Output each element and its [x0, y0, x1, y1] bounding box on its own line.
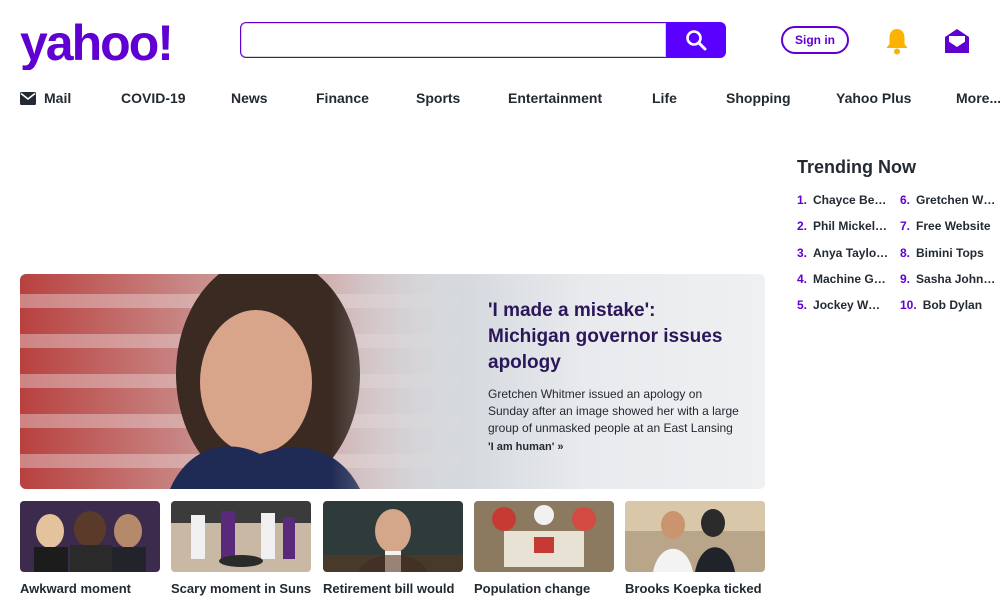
story-title: Population change [474, 581, 591, 596]
nav-item-sports[interactable]: Sports [416, 88, 460, 108]
story-card[interactable]: Retirement bill would [323, 501, 463, 597]
story-thumbnail [171, 501, 311, 572]
trending-item[interactable]: 3. Anya Taylor-Joy [797, 245, 889, 263]
hero-related-link[interactable]: 'I am human' » [488, 441, 743, 453]
mail-icon [20, 91, 36, 105]
trending-rank: 5. [797, 298, 808, 312]
story-thumbnail [20, 501, 160, 572]
trending-rank: 3. [797, 246, 808, 260]
search-bar [240, 22, 726, 58]
trending-item[interactable]: 10. Bob Dylan [900, 297, 1000, 315]
story-card[interactable]: Awkward moment [20, 501, 160, 597]
nav-item-mail[interactable]: Mail [20, 88, 71, 108]
trending-item[interactable]: 5. Jockey World Record [797, 297, 883, 315]
trending-rank: 7. [900, 219, 911, 233]
trending-label: Jockey World Record [813, 298, 883, 312]
trending-item[interactable]: 1. Chayce Beckham [797, 192, 889, 210]
trending-item[interactable]: 6. Gretchen Whitmer [900, 192, 1000, 210]
trending-rank: 8. [900, 246, 911, 260]
trending-item[interactable]: 8. Bimini Tops [900, 245, 1000, 263]
story-thumbnail [474, 501, 614, 572]
nav-item-life[interactable]: Life [652, 88, 677, 108]
story-card[interactable]: Brooks Koepka ticked [625, 501, 765, 597]
hero-description: Gretchen Whitmer issued an apology on Su… [488, 387, 739, 435]
main-nav: Mail COVID-19 News Finance Sports Entert… [20, 88, 1000, 110]
trending-item[interactable]: 2. Phil Mickelson [797, 218, 889, 236]
trending-title: Trending Now [797, 157, 916, 177]
nav-item-yahoo-plus[interactable]: Yahoo Plus [836, 88, 911, 108]
trending-rank: 9. [900, 272, 911, 286]
story-thumbnail [625, 501, 765, 572]
story-title: Brooks Koepka ticked [625, 581, 762, 596]
trending-label: Bob Dylan [922, 298, 983, 312]
trending-label: Gretchen Whitmer [916, 193, 1000, 207]
story-card[interactable]: Scary moment in Suns' [171, 501, 311, 597]
search-input[interactable] [240, 22, 666, 58]
story-title: Scary moment in Suns' [171, 581, 311, 596]
trending-label: Chayce Beckham [813, 193, 889, 207]
story-title: Retirement bill would [323, 581, 455, 596]
trending-rank: 4. [797, 272, 808, 286]
nav-label-mail: Mail [44, 90, 72, 106]
story-card[interactable]: Population change [474, 501, 614, 597]
trending-label: Phil Mickelson [813, 219, 889, 233]
trending-label: Free Website [916, 219, 991, 233]
hero-headline[interactable]: 'I made a mistake': Michigan governor is… [488, 298, 743, 376]
nav-item-covid[interactable]: COVID-19 [121, 88, 186, 108]
story-thumbnail [323, 501, 463, 572]
nav-item-shopping[interactable]: Shopping [726, 88, 791, 108]
hero-text-panel: 'I made a mistake': Michigan governor is… [464, 274, 765, 489]
nav-item-finance[interactable]: Finance [316, 88, 369, 108]
trending-rank: 10. [900, 298, 917, 312]
nav-item-entertainment[interactable]: Entertainment [508, 88, 602, 108]
search-icon [686, 30, 707, 51]
mail-envelope-icon[interactable] [942, 26, 972, 56]
trending-item[interactable]: 4. Machine Gun Kelly [797, 271, 889, 289]
yahoo-logo[interactable]: yahoo! [20, 20, 188, 70]
logo-text: yahoo! [20, 20, 172, 70]
trending-label: Anya Taylor-Joy [813, 246, 889, 260]
trending-rank: 6. [900, 193, 911, 207]
trending-rank: 1. [797, 193, 808, 207]
story-title: Awkward moment [20, 581, 132, 596]
search-button[interactable] [666, 22, 726, 58]
nav-item-more[interactable]: More... [956, 88, 1000, 108]
trending-item[interactable]: 9. Sasha Johnson [900, 271, 1000, 289]
trending-now-panel: Trending Now 1. Chayce Beckham 2. Phil M… [797, 156, 1000, 312]
trending-label: Sasha Johnson [916, 272, 1000, 286]
trending-rank: 2. [797, 219, 808, 233]
hero-story[interactable]: 'I made a mistake': Michigan governor is… [20, 274, 765, 489]
notification-bell-icon[interactable] [882, 26, 912, 56]
sign-in-button[interactable]: Sign in [781, 26, 849, 54]
hero-image [20, 274, 464, 489]
trending-label: Machine Gun Kelly [813, 272, 889, 286]
trending-item[interactable]: 7. Free Website [900, 218, 1000, 236]
nav-item-news[interactable]: News [231, 88, 268, 108]
trending-label: Bimini Tops [916, 246, 984, 260]
